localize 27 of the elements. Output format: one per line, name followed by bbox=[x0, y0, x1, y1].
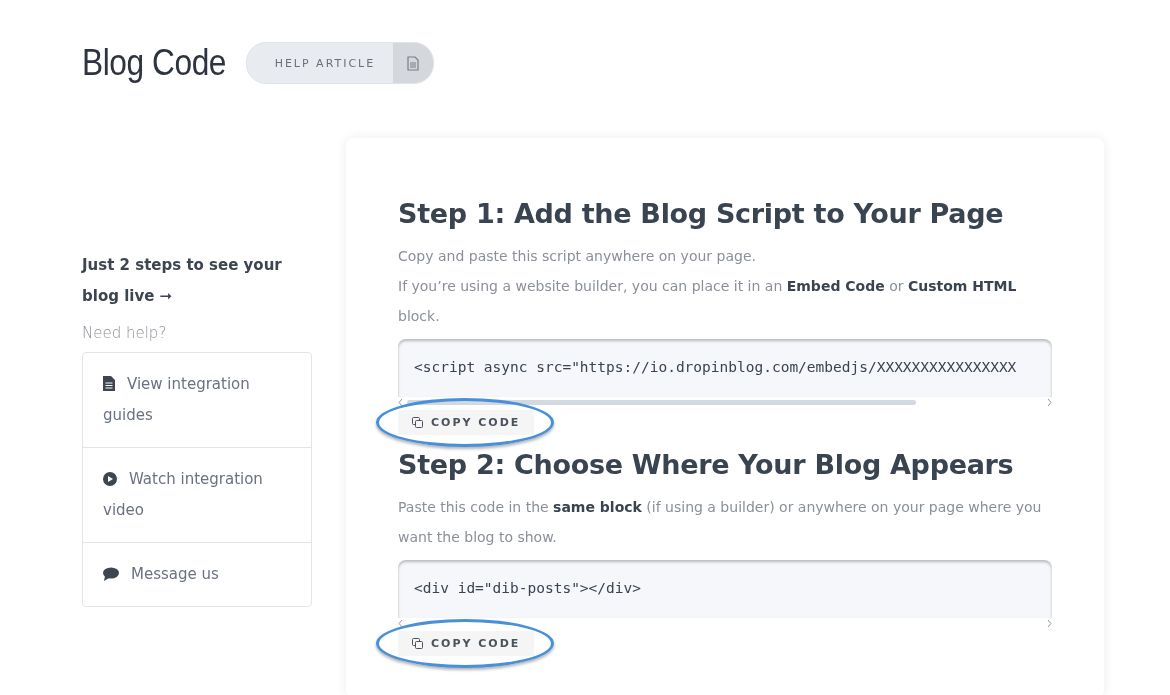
scroll-left-icon[interactable] bbox=[398, 619, 403, 627]
scroll-right-icon[interactable] bbox=[1047, 619, 1052, 627]
help-link[interactable]: Message us bbox=[83, 542, 311, 606]
document-icon bbox=[407, 55, 420, 71]
scroll-right-icon[interactable] bbox=[1047, 398, 1052, 406]
help-link[interactable]: Watch integration video bbox=[83, 447, 311, 542]
code-block: <div id="dib-posts"></div> bbox=[398, 560, 1052, 618]
instruction-text: Copy and paste this script anywhere on your page. bbox=[398, 247, 757, 266]
step-heading: Step 1: Add the Blog Script to Your Page bbox=[398, 198, 1005, 229]
copy-icon bbox=[412, 417, 423, 428]
scrollbar-thumb[interactable] bbox=[407, 399, 916, 405]
copy-icon bbox=[412, 638, 423, 649]
help-article-badge: HELP ARTICLE bbox=[245, 42, 435, 84]
help-heading: Need help? bbox=[82, 324, 168, 342]
copy-code-button[interactable]: COPY CODE bbox=[398, 410, 535, 435]
copy-code-button[interactable]: COPY CODE bbox=[398, 631, 535, 656]
chat-bubble-icon bbox=[103, 567, 119, 581]
code-block: <script async src="https://io.dropinblog.com/embedjs/XXXXXXXXXXXXXXXX bbox=[398, 339, 1052, 397]
page-title: Blog Code bbox=[82, 42, 226, 84]
scroll-left-icon[interactable] bbox=[398, 398, 403, 406]
play-icon bbox=[103, 472, 117, 486]
step-heading: Step 2: Choose Where Your Blog Appears bbox=[398, 449, 1015, 480]
intro-text: Just 2 steps to see your blog live ➞ bbox=[82, 255, 283, 307]
instruction-text: Paste this code in the same block (if using a builder) or anywhere on your page where you want the blog to show. bbox=[398, 498, 1043, 547]
help-link[interactable]: View integration guides bbox=[83, 353, 311, 447]
document-icon bbox=[103, 376, 115, 391]
instruction-text: If you’re using a website builder, you can place it in an Embed Code or Custom HTML block. bbox=[398, 277, 1018, 326]
